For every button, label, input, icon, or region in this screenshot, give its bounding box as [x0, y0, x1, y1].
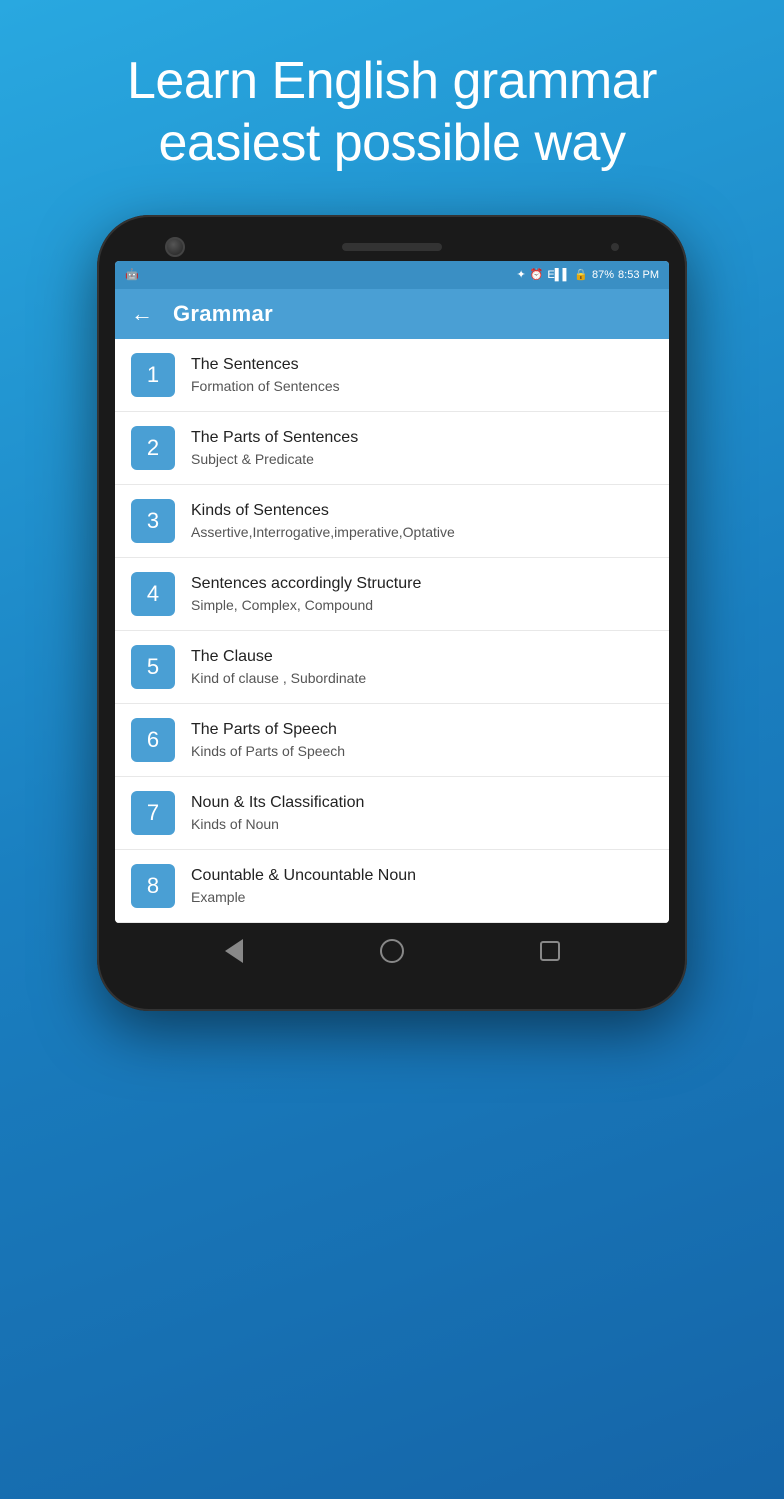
item-subtitle-1: Formation of Sentences: [191, 377, 340, 395]
status-right-info: ✦ ⏰ E▌▌ 🔒 87% 8:53 PM: [516, 268, 659, 281]
item-number-5: 5: [131, 645, 175, 689]
item-subtitle-8: Example: [191, 888, 416, 906]
android-icon: 🤖: [125, 268, 139, 281]
item-title-1: The Sentences: [191, 355, 340, 374]
item-title-2: The Parts of Sentences: [191, 428, 358, 447]
item-subtitle-4: Simple, Complex, Compound: [191, 596, 421, 614]
item-text-2: The Parts of Sentences Subject & Predica…: [191, 428, 358, 468]
item-number-7: 7: [131, 791, 175, 835]
signal-icon: E▌▌: [547, 269, 570, 281]
item-number-1: 1: [131, 353, 175, 397]
item-text-3: Kinds of Sentences Assertive,Interrogati…: [191, 501, 455, 541]
app-title: Grammar: [173, 301, 273, 327]
hero-section: Learn English grammar easiest possible w…: [87, 0, 697, 205]
phone-top-bar: [115, 243, 669, 251]
item-title-5: The Clause: [191, 647, 366, 666]
item-text-7: Noun & Its Classification Kinds of Noun: [191, 793, 364, 833]
item-title-8: Countable & Uncountable Noun: [191, 866, 416, 885]
item-text-6: The Parts of Speech Kinds of Parts of Sp…: [191, 720, 345, 760]
item-title-4: Sentences accordingly Structure: [191, 574, 421, 593]
item-title-7: Noun & Its Classification: [191, 793, 364, 812]
item-text-5: The Clause Kind of clause , Subordinate: [191, 647, 366, 687]
bluetooth-icon: ✦: [516, 268, 525, 281]
recents-square-icon: [540, 941, 560, 961]
status-left-icons: 🤖: [125, 268, 141, 281]
battery-percent: 87%: [592, 269, 614, 281]
phone-wrapper: 🤖 ✦ ⏰ E▌▌ 🔒 87% 8:53 PM ← Grammar: [97, 215, 687, 1011]
grammar-list: 1 The Sentences Formation of Sentences 2…: [115, 339, 669, 923]
list-item[interactable]: 4 Sentences accordingly Structure Simple…: [115, 558, 669, 631]
status-bar: 🤖 ✦ ⏰ E▌▌ 🔒 87% 8:53 PM: [115, 261, 669, 289]
item-number-2: 2: [131, 426, 175, 470]
sensor-dot: [611, 243, 619, 251]
lock-icon: 🔒: [574, 268, 588, 281]
list-item[interactable]: 3 Kinds of Sentences Assertive,Interroga…: [115, 485, 669, 558]
alarm-icon: ⏰: [530, 268, 544, 281]
item-text-1: The Sentences Formation of Sentences: [191, 355, 340, 395]
app-header: ← Grammar: [115, 289, 669, 339]
list-item[interactable]: 2 The Parts of Sentences Subject & Predi…: [115, 412, 669, 485]
nav-recents-button[interactable]: [536, 937, 564, 965]
list-item[interactable]: 1 The Sentences Formation of Sentences: [115, 339, 669, 412]
item-title-6: The Parts of Speech: [191, 720, 345, 739]
item-subtitle-5: Kind of clause , Subordinate: [191, 669, 366, 687]
item-number-3: 3: [131, 499, 175, 543]
item-subtitle-6: Kinds of Parts of Speech: [191, 742, 345, 760]
nav-back-button[interactable]: [220, 937, 248, 965]
phone-bottom-bar: [115, 923, 669, 971]
hero-line2: easiest possible way: [159, 114, 626, 172]
phone-speaker: [342, 243, 442, 251]
item-subtitle-2: Subject & Predicate: [191, 450, 358, 468]
item-title-3: Kinds of Sentences: [191, 501, 455, 520]
list-item[interactable]: 8 Countable & Uncountable Noun Example: [115, 850, 669, 923]
front-camera-icon: [165, 237, 185, 257]
hero-line1: Learn English grammar: [127, 52, 657, 110]
item-number-8: 8: [131, 864, 175, 908]
item-number-6: 6: [131, 718, 175, 762]
list-item[interactable]: 7 Noun & Its Classification Kinds of Nou…: [115, 777, 669, 850]
home-circle-icon: [380, 939, 404, 963]
nav-home-button[interactable]: [378, 937, 406, 965]
item-number-4: 4: [131, 572, 175, 616]
item-text-8: Countable & Uncountable Noun Example: [191, 866, 416, 906]
item-text-4: Sentences accordingly Structure Simple, …: [191, 574, 421, 614]
phone-outer: 🤖 ✦ ⏰ E▌▌ 🔒 87% 8:53 PM ← Grammar: [97, 215, 687, 1011]
clock: 8:53 PM: [618, 269, 659, 281]
list-item[interactable]: 5 The Clause Kind of clause , Subordinat…: [115, 631, 669, 704]
back-triangle-icon: [225, 939, 243, 963]
item-subtitle-7: Kinds of Noun: [191, 815, 364, 833]
list-item[interactable]: 6 The Parts of Speech Kinds of Parts of …: [115, 704, 669, 777]
phone-screen: 🤖 ✦ ⏰ E▌▌ 🔒 87% 8:53 PM ← Grammar: [115, 261, 669, 923]
back-button[interactable]: ←: [131, 301, 153, 327]
item-subtitle-3: Assertive,Interrogative,imperative,Optat…: [191, 523, 455, 541]
